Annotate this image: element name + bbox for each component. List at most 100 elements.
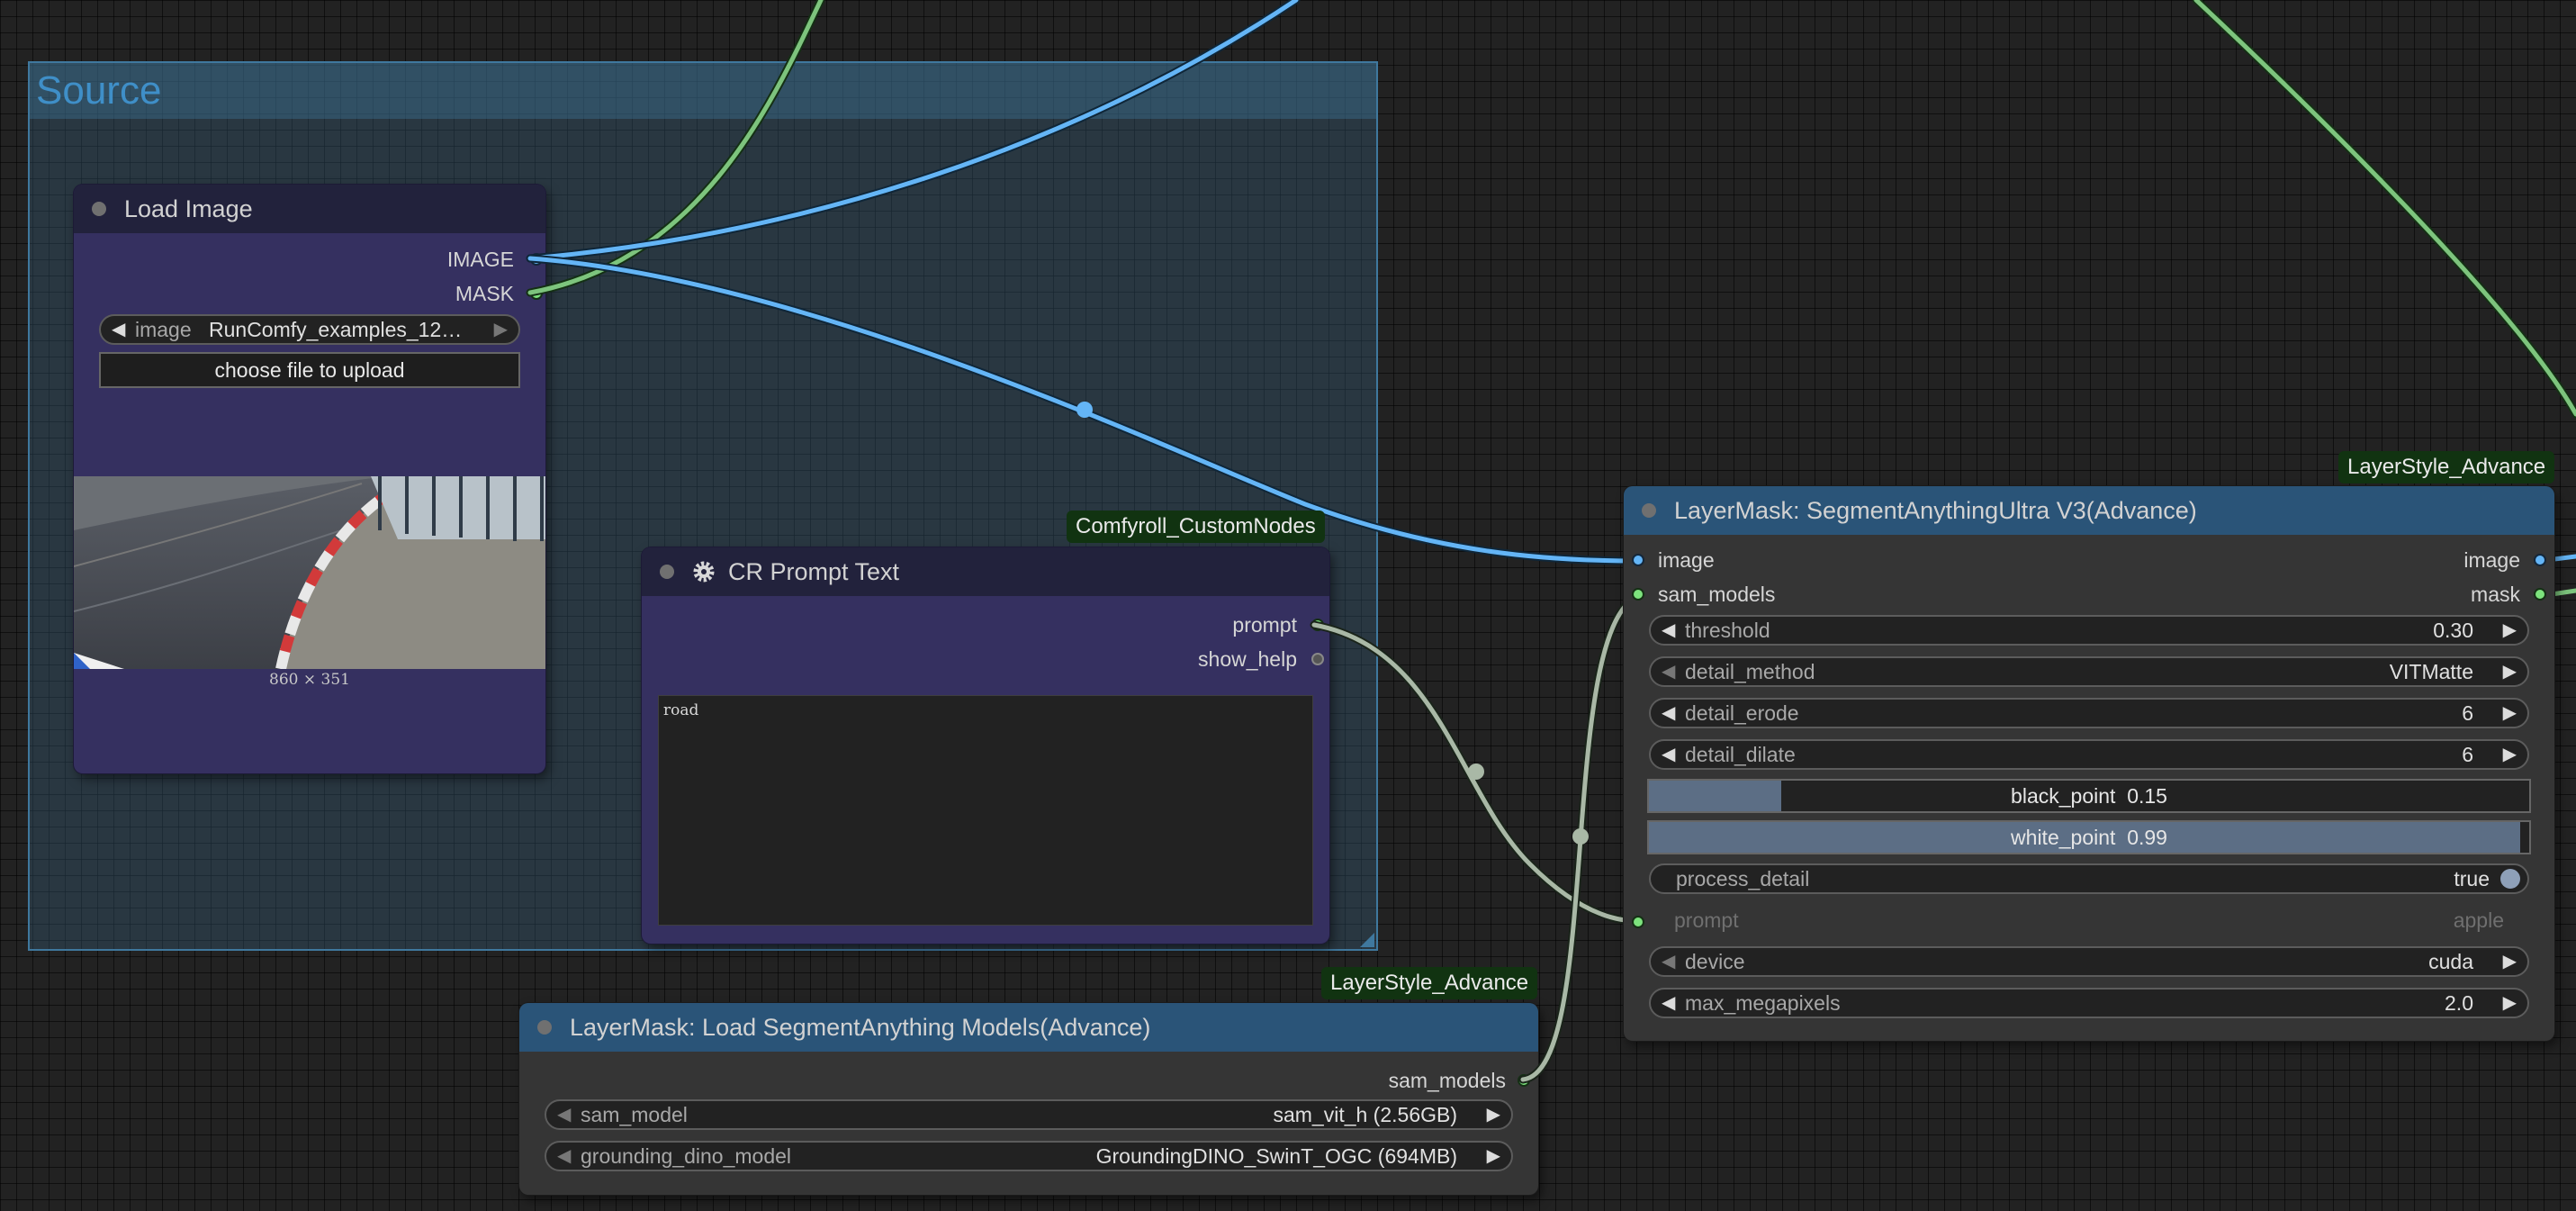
widget-value: 6 bbox=[2462, 743, 2473, 766]
arrow-left-icon[interactable]: ◀ bbox=[557, 1143, 571, 1170]
collapse-dot-icon[interactable] bbox=[660, 565, 674, 579]
output-port-show-help[interactable] bbox=[1311, 653, 1324, 665]
wire-offscreen-right[interactable] bbox=[2192, 0, 2576, 419]
image-combo-widget[interactable]: ◀ image RunComfy_examples_12… ▶ bbox=[99, 314, 520, 345]
slider-text: black_point 0.15 bbox=[2011, 784, 2167, 808]
output-label-sam-models: sam_models bbox=[1388, 1069, 1506, 1092]
output-port-mask[interactable] bbox=[2534, 588, 2546, 601]
node-title: Load Image bbox=[124, 194, 253, 222]
badge-comfyroll: Comfyroll_CustomNodes bbox=[1067, 511, 1325, 543]
widget-value: 0.30 bbox=[2433, 619, 2473, 642]
node-header[interactable]: Load Image bbox=[74, 185, 545, 233]
arrow-right-icon[interactable]: ▶ bbox=[1487, 1101, 1500, 1128]
widget-value: sam_vit_h (2.56GB) bbox=[1273, 1103, 1457, 1126]
collapse-dot-icon[interactable] bbox=[537, 1020, 552, 1035]
arrow-right-icon[interactable]: ▶ bbox=[2503, 741, 2517, 768]
arrow-left-icon[interactable]: ◀ bbox=[112, 316, 125, 343]
widget-label: device bbox=[1685, 950, 1745, 973]
input-label-image: image bbox=[1658, 548, 1715, 572]
input-port-prompt[interactable] bbox=[1632, 916, 1644, 928]
widget-label: detail_erode bbox=[1685, 701, 1799, 725]
output-label-prompt: prompt bbox=[1232, 613, 1297, 637]
max-megapixels-number-widget[interactable]: ◀ max_megapixels 2.0 ▶ bbox=[1649, 988, 2529, 1018]
node-cr-prompt-text[interactable]: CR Prompt Text prompt show_help road bbox=[642, 547, 1329, 944]
arrow-right-icon[interactable]: ▶ bbox=[494, 316, 508, 343]
widget-value: apple bbox=[2453, 908, 2504, 932]
node-load-sam-models[interactable]: LayerMask: Load SegmentAnything Models(A… bbox=[519, 1003, 1538, 1195]
node-load-image[interactable]: Load Image IMAGE MASK ◀ image RunComfy_e… bbox=[74, 185, 545, 773]
detail-dilate-number-widget[interactable]: ◀ detail_dilate 6 ▶ bbox=[1649, 739, 2529, 770]
output-label-mask: mask bbox=[2471, 583, 2520, 606]
prompt-textarea[interactable]: road bbox=[658, 695, 1313, 926]
toggle-knob-icon[interactable] bbox=[2500, 869, 2520, 889]
arrow-left-icon[interactable]: ◀ bbox=[1662, 948, 1675, 975]
widget-value: true bbox=[2454, 867, 2490, 890]
gear-icon bbox=[693, 561, 715, 583]
group-resize-handle[interactable] bbox=[1360, 933, 1374, 947]
output-label-image: image bbox=[2463, 548, 2520, 572]
output-label-image: IMAGE bbox=[446, 248, 514, 271]
node-header[interactable]: LayerMask: Load SegmentAnything Models(A… bbox=[519, 1003, 1538, 1052]
widget-label: max_megapixels bbox=[1685, 991, 1841, 1015]
sam-model-combo[interactable]: ◀ sam_model sam_vit_h (2.56GB) ▶ bbox=[545, 1099, 1513, 1130]
widget-label: detail_dilate bbox=[1685, 743, 1796, 766]
slider-label: white_point bbox=[2011, 826, 2116, 849]
widget-label: threshold bbox=[1685, 619, 1770, 642]
arrow-left-icon[interactable]: ◀ bbox=[557, 1101, 571, 1128]
arrow-left-icon[interactable]: ◀ bbox=[1662, 617, 1675, 644]
black-point-slider[interactable]: black_point 0.15 bbox=[1647, 779, 2531, 813]
output-label-show-help: show_help bbox=[1198, 647, 1297, 671]
collapse-dot-icon[interactable] bbox=[1642, 503, 1656, 518]
collapse-dot-icon[interactable] bbox=[92, 202, 106, 216]
detail-erode-number-widget[interactable]: ◀ detail_erode 6 ▶ bbox=[1649, 698, 2529, 728]
device-combo[interactable]: ◀ device cuda ▶ bbox=[1649, 946, 2529, 977]
input-port-image[interactable] bbox=[1632, 554, 1644, 566]
widget-label: process_detail bbox=[1676, 867, 1810, 890]
slider-fill bbox=[1649, 781, 1781, 811]
arrow-right-icon[interactable]: ▶ bbox=[2503, 617, 2517, 644]
white-point-slider[interactable]: white_point 0.99 bbox=[1647, 820, 2531, 854]
upload-button[interactable]: choose file to upload bbox=[99, 352, 520, 388]
badge-layerstyle-loader: LayerStyle_Advance bbox=[1321, 967, 1538, 999]
slider-label: black_point bbox=[2011, 784, 2116, 808]
threshold-number-widget[interactable]: ◀ threshold 0.30 ▶ bbox=[1649, 615, 2529, 646]
detail-method-combo[interactable]: ◀ detail_method VITMatte ▶ bbox=[1649, 656, 2529, 687]
widget-value: VITMatte bbox=[2389, 660, 2473, 683]
slider-value: 0.99 bbox=[2127, 826, 2167, 849]
node-header[interactable]: LayerMask: SegmentAnythingUltra V3(Advan… bbox=[1624, 486, 2554, 535]
arrow-right-icon[interactable]: ▶ bbox=[2503, 990, 2517, 1017]
input-port-sam-models[interactable] bbox=[1632, 588, 1644, 601]
node-header[interactable]: CR Prompt Text bbox=[642, 547, 1329, 596]
output-port-image[interactable] bbox=[2534, 554, 2546, 566]
arrow-right-icon[interactable]: ▶ bbox=[1487, 1143, 1500, 1170]
wire-offscreen-right[interactable] bbox=[2193, 0, 2576, 417]
widget-label: sam_model bbox=[581, 1103, 688, 1126]
node-title: CR Prompt Text bbox=[728, 557, 900, 585]
arrow-right-icon[interactable]: ▶ bbox=[2503, 948, 2517, 975]
arrow-left-icon[interactable]: ◀ bbox=[1662, 741, 1675, 768]
badge-layerstyle-ultra: LayerStyle_Advance bbox=[2338, 451, 2555, 483]
arrow-right-icon[interactable]: ▶ bbox=[2503, 700, 2517, 727]
slider-text: white_point 0.99 bbox=[2011, 826, 2167, 849]
arrow-left-icon[interactable]: ◀ bbox=[1662, 990, 1675, 1017]
widget-value: GroundingDINO_SwinT_OGC (694MB) bbox=[1095, 1144, 1457, 1168]
widget-label: image bbox=[135, 318, 192, 341]
widget-value: RunComfy_examples_12… bbox=[209, 318, 463, 341]
grounding-dino-model-combo[interactable]: ◀ grounding_dino_model GroundingDINO_Swi… bbox=[545, 1141, 1513, 1171]
image-preview bbox=[74, 476, 545, 669]
widget-value: 2.0 bbox=[2445, 991, 2473, 1015]
arrow-left-icon[interactable]: ◀ bbox=[1662, 700, 1675, 727]
arrow-left-icon[interactable]: ◀ bbox=[1662, 658, 1675, 685]
prompt-converted-widget: prompt apple bbox=[1649, 905, 2529, 935]
widget-value: 6 bbox=[2462, 701, 2473, 725]
node-segment-anything-ultra[interactable]: LayerMask: SegmentAnythingUltra V3(Advan… bbox=[1624, 486, 2554, 1041]
widget-label: prompt bbox=[1674, 908, 1739, 932]
group-title: Source bbox=[36, 68, 162, 113]
arrow-right-icon[interactable]: ▶ bbox=[2503, 658, 2517, 685]
process-detail-toggle[interactable]: process_detail true bbox=[1649, 863, 2529, 894]
widget-value: cuda bbox=[2428, 950, 2473, 973]
widget-label: grounding_dino_model bbox=[581, 1144, 792, 1168]
wire-sam-models[interactable] bbox=[1520, 593, 1641, 1082]
output-label-mask: MASK bbox=[455, 282, 514, 305]
image-dimensions: 860 × 351 bbox=[269, 671, 350, 689]
